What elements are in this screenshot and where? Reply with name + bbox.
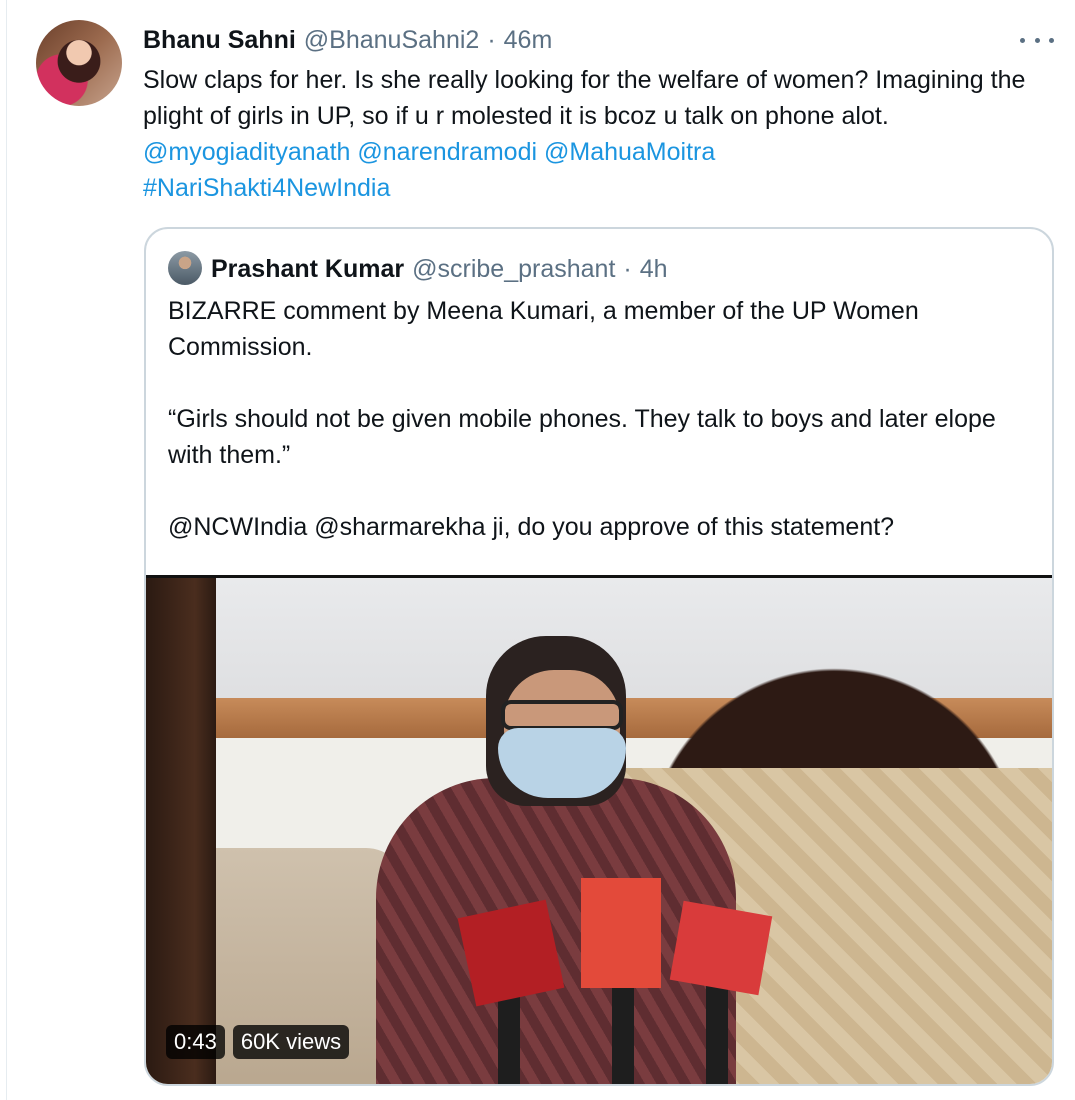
- video-duration-badge: 0:43: [166, 1025, 225, 1059]
- video-frame-microphone: [669, 900, 773, 996]
- hashtag-link[interactable]: #NariShakti4NewIndia: [143, 174, 390, 202]
- quoted-timestamp: 4h: [639, 254, 668, 283]
- video-frame-mic-stand: [498, 988, 520, 1084]
- mention-link[interactable]: @MahuaMoitra: [544, 138, 715, 166]
- quoted-text: BIZARRE comment by Meena Kumari, a membe…: [168, 293, 1038, 545]
- display-name[interactable]: Bhanu Sahni: [143, 26, 296, 55]
- handle[interactable]: @BhanuSahni2: [304, 26, 480, 55]
- quoted-avatar: [168, 251, 202, 285]
- tweet-text: Slow claps for her. Is she really lookin…: [143, 62, 1048, 206]
- quoted-paragraph: BIZARRE comment by Meena Kumari, a membe…: [168, 297, 919, 361]
- video-frame-mic-stand: [612, 978, 634, 1084]
- separator-dot: ·: [487, 25, 496, 54]
- video-views-badge: 60K views: [232, 1025, 350, 1059]
- tweet[interactable]: Bhanu Sahni @BhanuSahni2 · 46m Slow clap…: [0, 0, 1075, 1100]
- quoted-tweet[interactable]: Prashant Kumar @scribe_prashant · 4h BIZ…: [144, 227, 1054, 1086]
- more-horizontal-icon[interactable]: [1020, 26, 1054, 54]
- video-frame-door: [146, 578, 216, 1084]
- quoted-paragraph: @NCWIndia @sharmarekha ji, do you approv…: [168, 513, 895, 541]
- video-frame-microphone: [457, 899, 565, 1007]
- video-frame-mic-stand: [706, 978, 728, 1084]
- tweet-body: Slow claps for her. Is she really lookin…: [143, 66, 1026, 130]
- video-frame-glasses: [501, 700, 623, 730]
- video-player[interactable]: 0:43 60K views: [146, 575, 1052, 1084]
- quoted-display-name: Prashant Kumar: [211, 254, 405, 283]
- separator-dot: ·: [623, 254, 632, 283]
- avatar[interactable]: [36, 20, 122, 106]
- video-frame-microphone: [581, 878, 661, 988]
- quoted-header: Prashant Kumar @scribe_prashant · 4h: [211, 251, 668, 287]
- quoted-handle: @scribe_prashant: [412, 254, 616, 283]
- mention-link[interactable]: @myogiadityanath: [143, 138, 350, 166]
- tweet-header: Bhanu Sahni @BhanuSahni2 · 46m: [143, 22, 552, 58]
- video-badges: 0:43 60K views: [166, 1025, 350, 1059]
- mention-link[interactable]: @narendramodi: [357, 138, 537, 166]
- timestamp[interactable]: 46m: [504, 26, 553, 55]
- quoted-paragraph: “Girls should not be given mobile phones…: [168, 405, 996, 469]
